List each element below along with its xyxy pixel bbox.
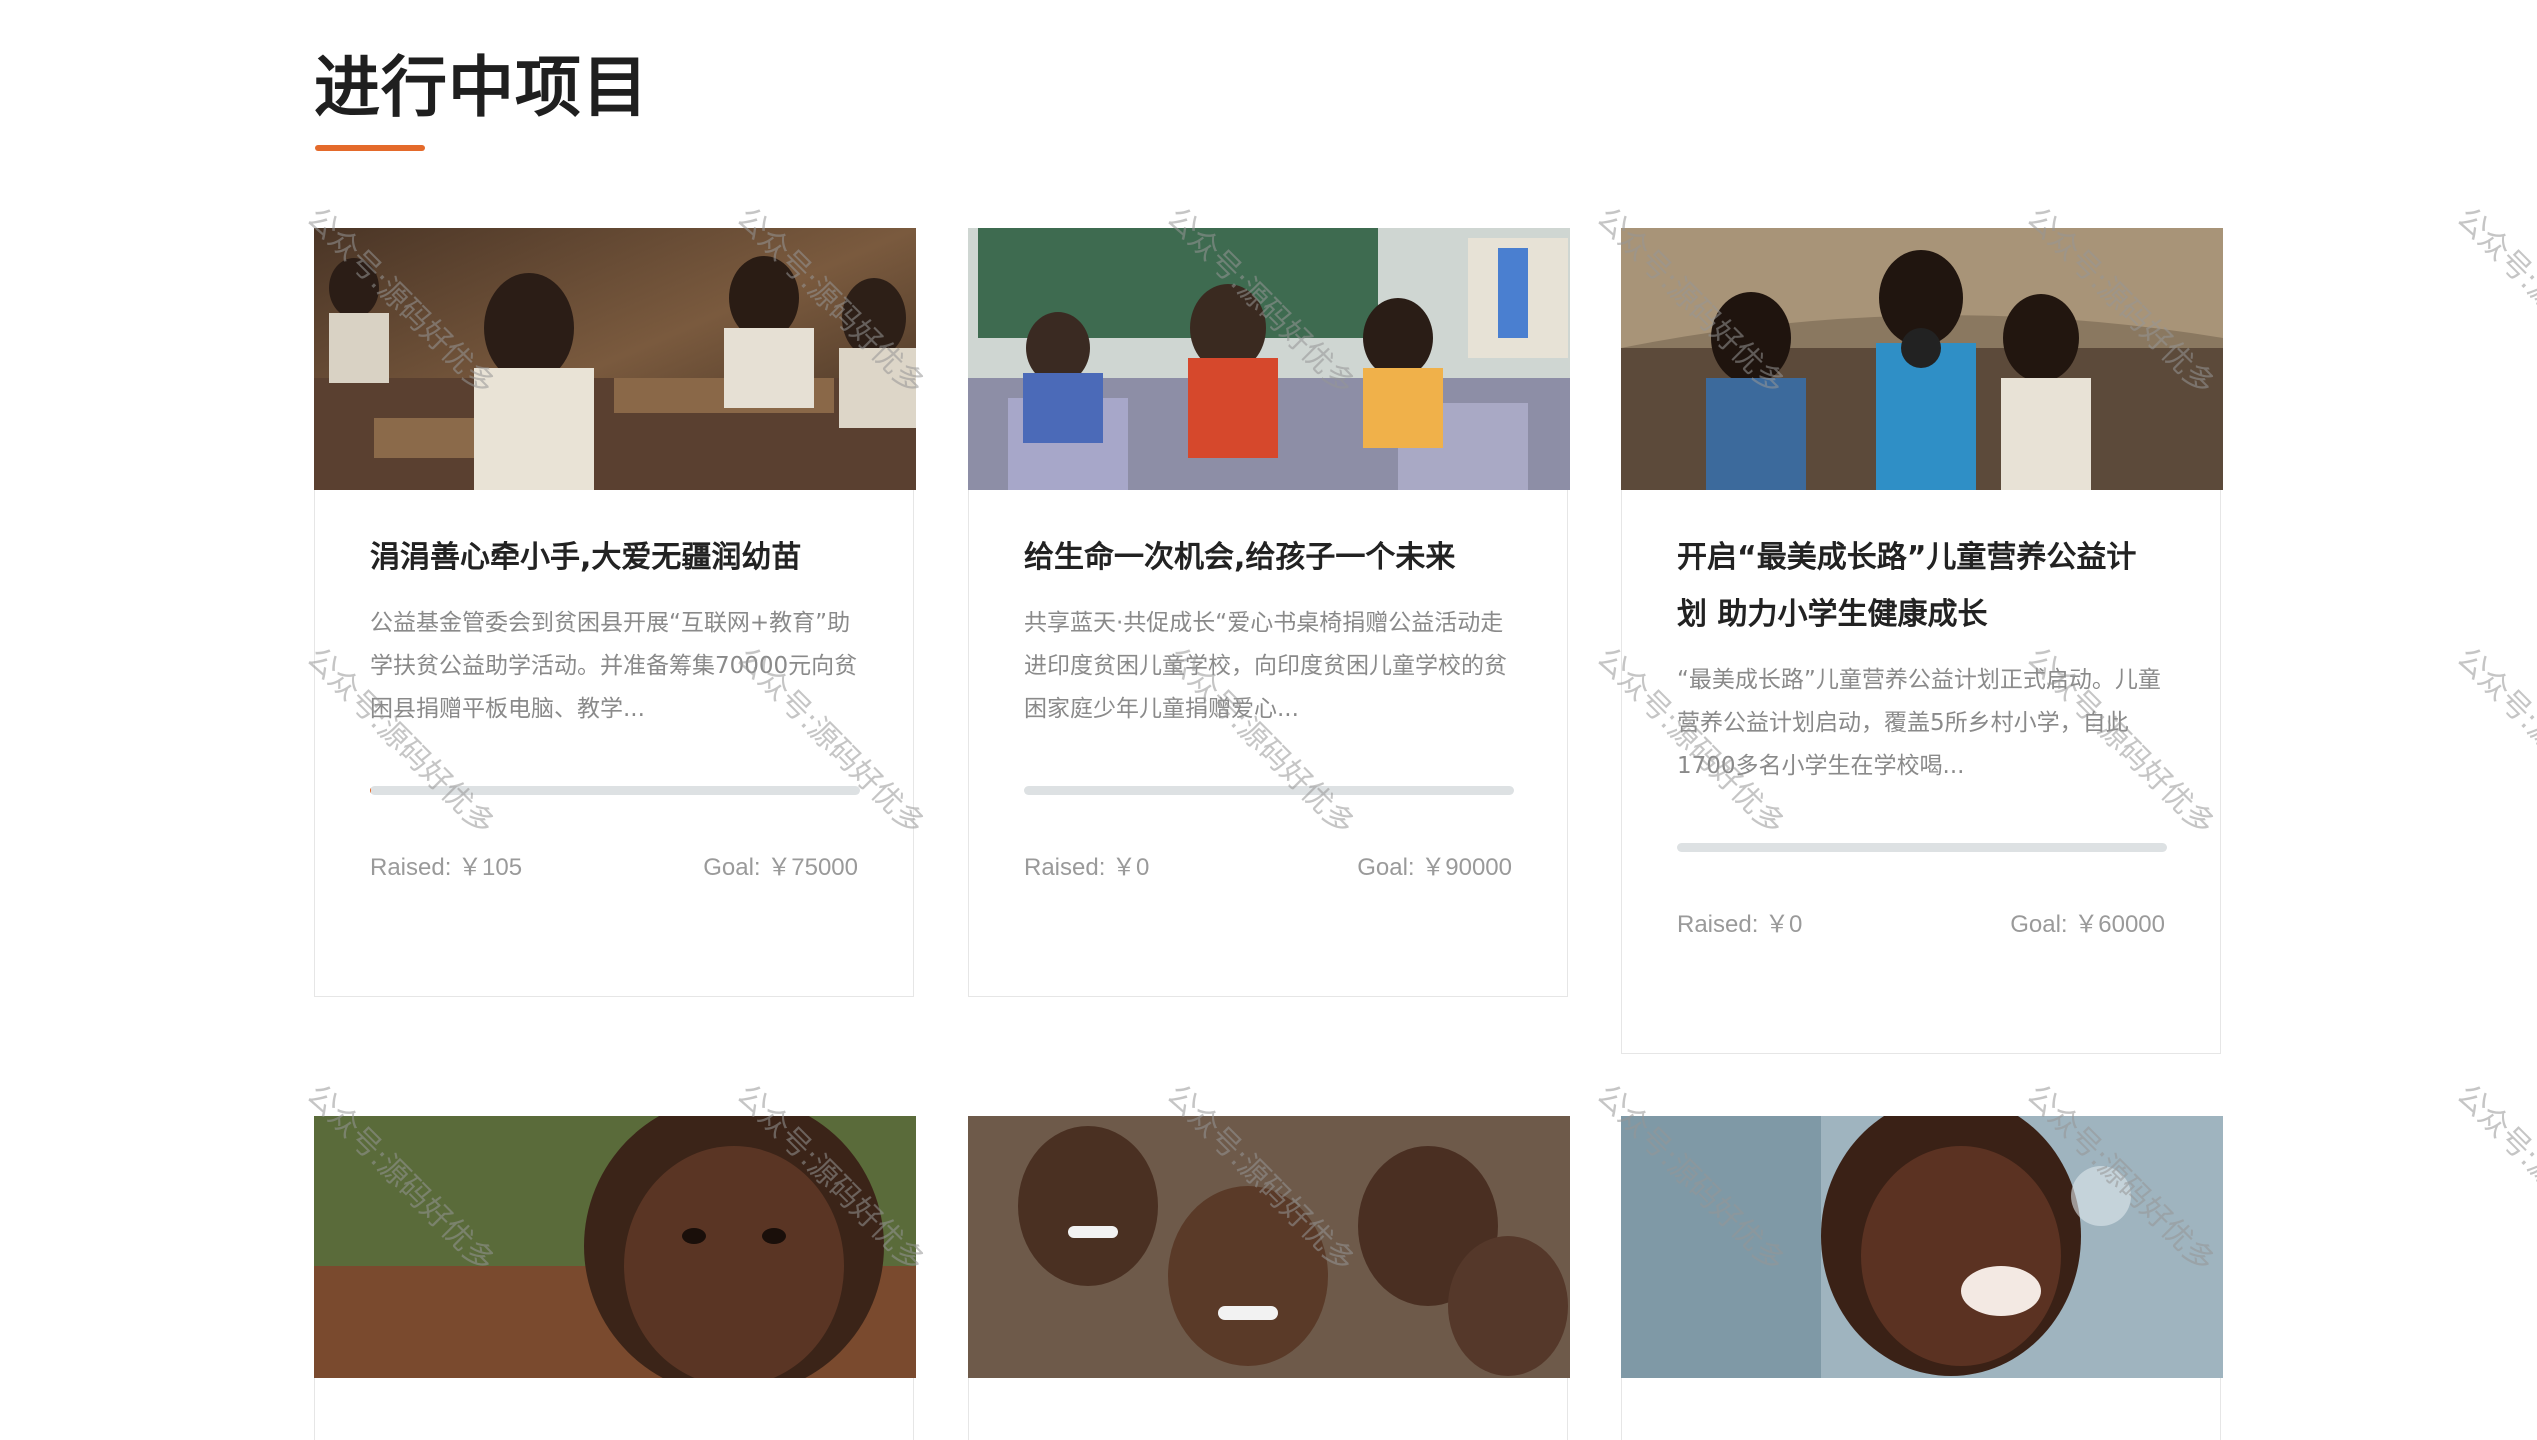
project-card[interactable] xyxy=(1621,1116,2223,1440)
raised-amount: Raised: ￥0 xyxy=(1024,854,1150,881)
project-card[interactable]: 涓涓善心牵小手,大爱无疆润幼苗 公益基金管委会到贫困县开展“互联网+教育”助学扶… xyxy=(314,228,916,997)
project-photo[interactable] xyxy=(1621,228,2223,490)
project-photo[interactable] xyxy=(314,228,916,490)
goal-amount: Goal: ￥75000 xyxy=(703,854,858,881)
raised-amount: Raised: ￥105 xyxy=(370,854,523,881)
raised-amount: Raised: ￥0 xyxy=(1677,911,1803,938)
project-photo[interactable] xyxy=(968,228,1570,490)
goal-amount: Goal: ￥90000 xyxy=(1357,854,1512,881)
project-meta: Raised: ￥0 Goal: ￥90000 xyxy=(1024,847,1512,882)
project-photo[interactable] xyxy=(1621,1116,2223,1378)
progress-bar xyxy=(370,786,860,795)
goal-amount: Goal: ￥60000 xyxy=(2010,911,2165,938)
project-meta: Raised: ￥105 Goal: ￥75000 xyxy=(370,847,858,882)
project-card[interactable] xyxy=(314,1116,916,1440)
project-card[interactable]: 开启“最美成长路”儿童营养公益计划 助力小学生健康成长 “最美成长路”儿童营养公… xyxy=(1621,228,2223,1054)
watermark: 公众号:源码好优多 xyxy=(2449,640,2537,843)
project-description: 共享蓝天·共促成长“爱心书桌椅捐赠公益活动走进印度贫困儿童学校，向印度贫困儿童学… xyxy=(1024,610,1507,722)
project-title[interactable]: 给生命一次机会,给孩子一个未来 xyxy=(1024,529,1512,586)
project-card[interactable] xyxy=(968,1116,1570,1440)
project-photo[interactable] xyxy=(968,1116,1570,1378)
watermark: 公众号:源码好优多 xyxy=(2449,1077,2537,1280)
project-title[interactable]: 涓涓善心牵小手,大爱无疆润幼苗 xyxy=(370,529,858,586)
project-title[interactable]: 开启“最美成长路”儿童营养公益计划 助力小学生健康成长 xyxy=(1677,529,2165,643)
project-photo[interactable] xyxy=(314,1116,916,1378)
project-card[interactable]: 给生命一次机会,给孩子一个未来 共享蓝天·共促成长“爱心书桌椅捐赠公益活动走进印… xyxy=(968,228,1570,997)
project-description: “最美成长路”儿童营养公益计划正式启动。儿童营养公益计划启动，覆盖5所乡村小学，… xyxy=(1677,667,2161,779)
project-meta: Raised: ￥0 Goal: ￥60000 xyxy=(1677,904,2165,939)
project-description: 公益基金管委会到贫困县开展“互联网+教育”助学扶贫公益助学活动。并准备筹集700… xyxy=(370,610,858,722)
progress-fill xyxy=(370,786,371,795)
progress-bar xyxy=(1024,786,1514,795)
progress-bar xyxy=(1677,843,2167,852)
title-underline xyxy=(315,145,425,151)
watermark: 公众号:源码好优多 xyxy=(2449,200,2537,403)
section-title: 进行中项目 xyxy=(314,49,649,126)
